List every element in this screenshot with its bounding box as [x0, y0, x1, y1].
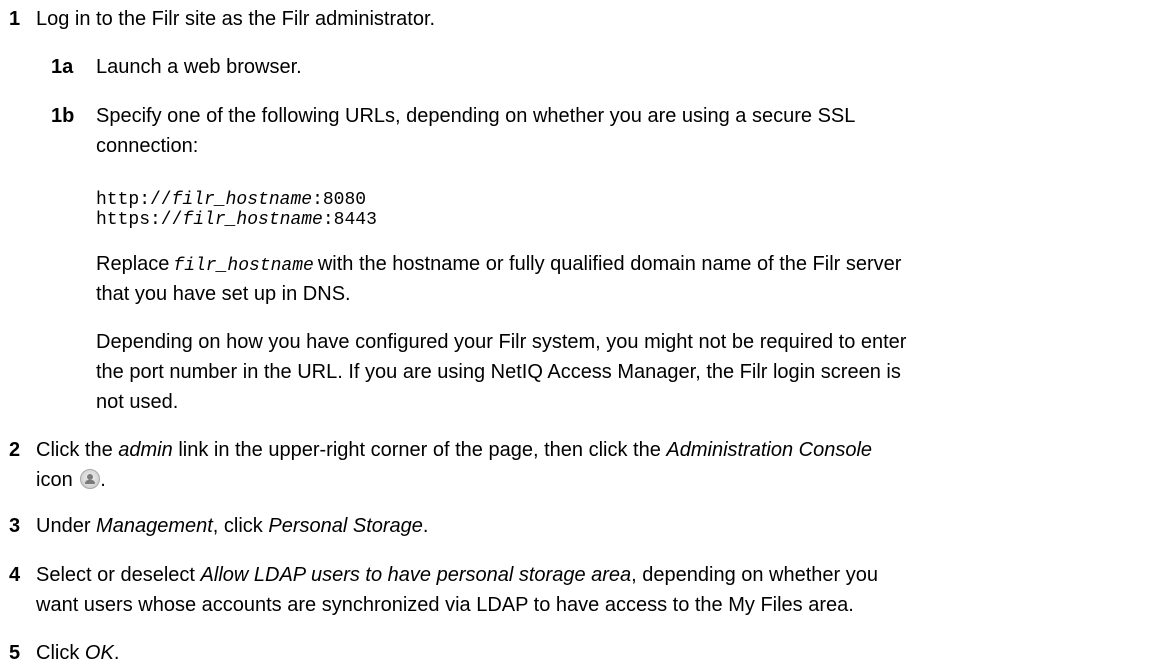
replace-paragraph: Replace filr_hostname with the hostname or… — [96, 249, 1150, 281]
admin-link-ref: admin — [118, 439, 173, 461]
step-text: Log in to the Filr site as the Filr admi… — [36, 8, 436, 30]
step-number: 1a — [51, 56, 74, 78]
ok-ref: OK — [84, 642, 114, 664]
url-prefix: http:// — [96, 190, 172, 210]
step-text: Click OK. — [36, 642, 120, 664]
url-variable: filr_hostname — [182, 210, 323, 230]
step-number: 2 — [9, 439, 21, 461]
replace-rest: with the hostname or fully qualified dom… — [317, 253, 902, 275]
replace-pre: Replace — [96, 253, 170, 275]
url-variable: filr_hostname — [171, 190, 313, 210]
step-number: 3 — [9, 515, 21, 537]
url-code-line: http://filr_hostname:8080 — [96, 190, 366, 210]
icon-word: icon — [36, 469, 73, 491]
management-ref: Management — [96, 515, 213, 537]
step-text: Under Management, click Personal Storage… — [36, 515, 429, 537]
replace-paragraph-line2: that you have set up in DNS. — [96, 283, 351, 305]
step-number: 1 — [9, 8, 21, 30]
replace-variable: filr_hostname — [173, 256, 314, 276]
url-prefix: https:// — [96, 210, 183, 230]
url-code-line: https://filr_hostname:8443 — [96, 210, 377, 230]
step-number: 5 — [9, 642, 21, 664]
personal-storage-ref: Personal Storage — [268, 515, 423, 537]
step-text: Specify one of the following URLs, depen… — [96, 105, 856, 127]
step-number: 4 — [9, 564, 21, 586]
step-number: 1b — [51, 105, 75, 127]
administration-console-ref: Administration Console — [666, 439, 873, 461]
allow-ldap-option-ref: Allow LDAP users to have personal storag… — [200, 564, 632, 586]
step-1b-continuation: connection: — [96, 135, 199, 157]
note-line-1: Depending on how you have configured you… — [96, 331, 907, 353]
note-line-3: not used. — [96, 391, 179, 413]
url-port: :8443 — [322, 210, 377, 230]
note-line-2: the port number in the URL. If you are u… — [96, 361, 901, 383]
administration-console-icon — [80, 469, 101, 489]
step-text: Launch a web browser. — [96, 56, 302, 78]
step-text: Select or deselect Allow LDAP users to h… — [36, 564, 879, 586]
url-port: :8080 — [312, 190, 367, 210]
step-text: Click the admin link in the upper-right … — [36, 439, 873, 461]
